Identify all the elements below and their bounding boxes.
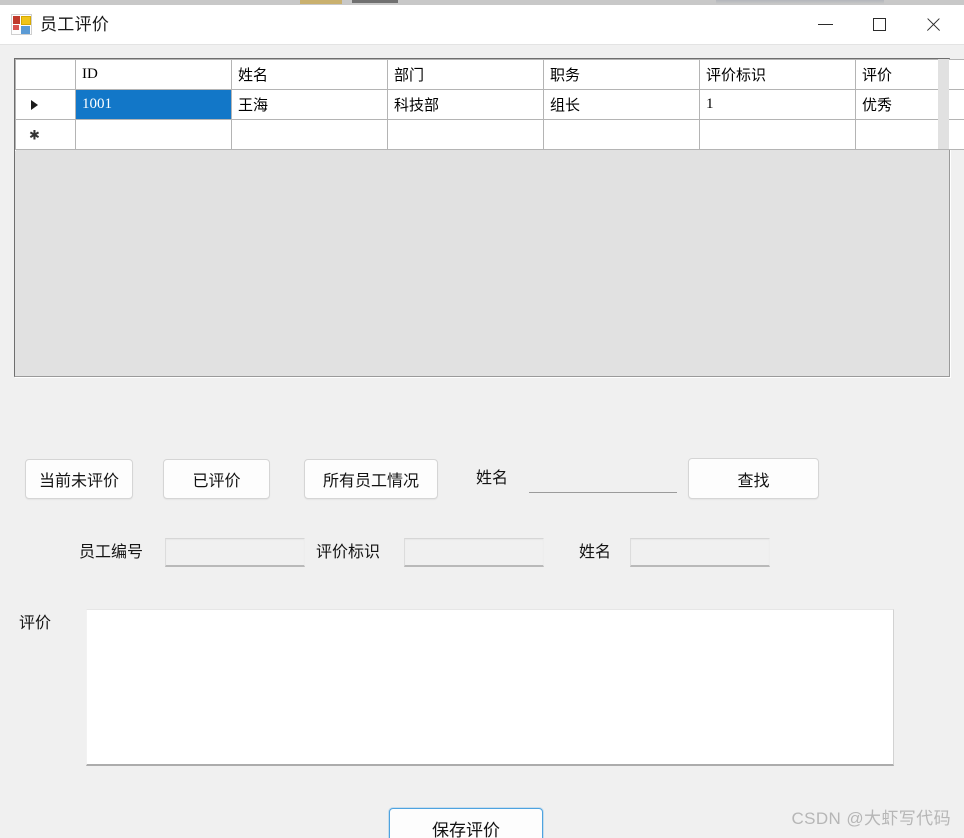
cell-department-new[interactable] <box>387 119 544 150</box>
table-row[interactable]: 1001 王海 科技部 组长 1 优秀 <box>15 89 964 120</box>
cell-name-new[interactable] <box>231 119 388 150</box>
evaluation-label: 评价 <box>19 615 52 632</box>
employee-evaluation-window: 员工评价 ID 姓名 部门 职务 评价标识 评价 1001 王海 科技部 组长 … <box>0 0 964 838</box>
background-toolbar-sliver <box>352 0 398 3</box>
unrated-button[interactable]: 当前未评价 <box>25 459 133 499</box>
icon-square-yellow <box>21 16 31 25</box>
rated-button[interactable]: 已评价 <box>163 459 270 499</box>
save-evaluation-button[interactable]: 保存评价 <box>389 808 543 838</box>
maximize-icon <box>872 18 886 31</box>
row-selector-current[interactable] <box>15 89 76 120</box>
grid-header-name[interactable]: 姓名 <box>231 59 388 90</box>
icon-square-red <box>13 16 20 24</box>
row-selector-new[interactable]: ✱ <box>15 119 76 150</box>
winforms-app-icon <box>11 14 32 35</box>
cell-id[interactable]: 1001 <box>75 89 232 120</box>
evaluation-textarea[interactable] <box>86 609 894 766</box>
cell-position-new[interactable] <box>543 119 700 150</box>
cell-rating-flag-new[interactable] <box>699 119 856 150</box>
employee-name-input[interactable] <box>630 538 770 567</box>
icon-square-blue <box>21 26 30 34</box>
watermark: CSDN @大虾写代码 <box>791 809 951 828</box>
background-tab-sliver <box>300 0 342 4</box>
grid-right-filler <box>938 59 949 150</box>
minimize-button[interactable] <box>802 5 848 44</box>
title-bar: 员工评价 <box>0 5 964 45</box>
icon-square-red-small <box>13 25 19 30</box>
cell-department[interactable]: 科技部 <box>387 89 544 120</box>
window-title: 员工评价 <box>40 15 110 34</box>
background-text-sliver <box>716 0 884 4</box>
new-row-asterisk-icon: ✱ <box>29 127 40 142</box>
grid-header-rating-flag[interactable]: 评价标识 <box>699 59 856 90</box>
employee-no-input[interactable] <box>165 538 305 567</box>
current-row-arrow-icon <box>31 99 38 110</box>
employee-no-label: 员工编号 <box>79 544 144 561</box>
grid-empty-area <box>15 151 949 376</box>
minimize-icon <box>817 24 833 25</box>
search-name-input[interactable] <box>529 464 677 493</box>
maximize-button[interactable] <box>856 5 902 44</box>
search-button[interactable]: 查找 <box>688 458 819 499</box>
employee-name-label: 姓名 <box>579 544 612 561</box>
grid-header-department[interactable]: 部门 <box>387 59 544 90</box>
grid-header-id[interactable]: ID <box>75 59 232 90</box>
grid-table: ID 姓名 部门 职务 评价标识 评价 1001 王海 科技部 组长 1 优秀 … <box>15 59 964 150</box>
close-button[interactable] <box>910 5 956 44</box>
close-icon <box>925 17 941 33</box>
cell-name[interactable]: 王海 <box>231 89 388 120</box>
rating-flag-label: 评价标识 <box>316 544 381 561</box>
cell-position[interactable]: 组长 <box>543 89 700 120</box>
table-row-new[interactable]: ✱ <box>15 119 964 150</box>
cell-id-new[interactable] <box>75 119 232 150</box>
grid-header-rowselector[interactable] <box>15 59 76 90</box>
employee-data-grid[interactable]: ID 姓名 部门 职务 评价标识 评价 1001 王海 科技部 组长 1 优秀 … <box>14 58 964 377</box>
grid-header-position[interactable]: 职务 <box>543 59 700 90</box>
grid-header-row: ID 姓名 部门 职务 评价标识 评价 <box>15 59 964 90</box>
all-employees-button[interactable]: 所有员工情况 <box>304 459 438 499</box>
rating-flag-input[interactable] <box>404 538 544 567</box>
client-area: ID 姓名 部门 职务 评价标识 评价 1001 王海 科技部 组长 1 优秀 … <box>0 45 964 838</box>
cell-rating-flag[interactable]: 1 <box>699 89 856 120</box>
search-name-label: 姓名 <box>476 470 509 487</box>
